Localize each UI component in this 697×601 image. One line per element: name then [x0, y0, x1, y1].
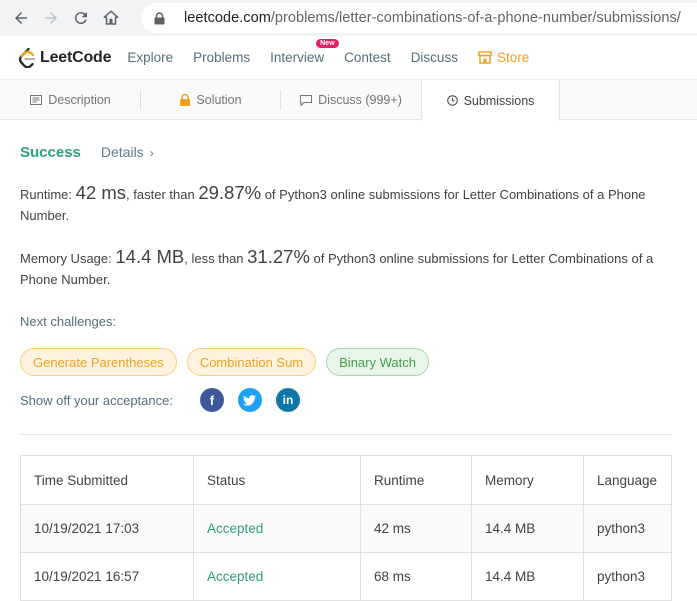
linkedin-icon[interactable]: in — [275, 388, 300, 412]
memory-stat: Memory Usage: 14.4 MB, less than 31.27% … — [20, 246, 672, 290]
nav-store[interactable]: Store — [478, 50, 529, 65]
tab-description-label: Description — [48, 93, 111, 107]
cell-language: python3 — [583, 552, 672, 601]
problem-tabs: Description Solution Discuss (999+) Subm… — [0, 80, 697, 121]
description-icon — [30, 95, 43, 105]
tab-discuss-label: Discuss (999+) — [318, 93, 402, 107]
runtime-mid: , faster than — [126, 187, 195, 202]
url-host: leetcode.com — [184, 10, 271, 26]
next-challenges-label: Next challenges: — [20, 314, 117, 329]
leetcode-logo-icon — [18, 47, 36, 68]
facebook-icon[interactable]: f — [199, 388, 224, 412]
share-row: Show off your acceptance: f in — [20, 388, 314, 412]
col-runtime[interactable]: Runtime — [360, 455, 472, 505]
arrow-left-icon — [15, 12, 27, 24]
chevron-right-icon: › — [149, 146, 154, 160]
tab-submissions-label: Submissions — [463, 93, 535, 108]
memory-value: 14.4 MB — [115, 246, 185, 267]
site-header: LeetCode Explore Problems Interview New C… — [0, 36, 697, 80]
challenge-combination-sum[interactable]: Combination Sum — [186, 348, 317, 376]
lock-icon — [180, 94, 191, 106]
memory-label: Memory Usage: — [20, 251, 112, 266]
comment-icon — [300, 94, 313, 106]
url-text: leetcode.com/problems/letter-combination… — [184, 10, 681, 26]
logo-text: LeetCode — [40, 48, 112, 66]
runtime-value: 42 ms — [75, 182, 127, 203]
new-badge: New — [316, 39, 339, 48]
success-status: Success — [20, 144, 81, 161]
table-row: 10/19/2021 16:57 Accepted 68 ms 14.4 MB … — [20, 552, 672, 601]
forward-button[interactable] — [36, 3, 66, 33]
divider — [20, 434, 672, 435]
url-path: /problems/letter-combinations-of-a-phone… — [270, 10, 681, 26]
runtime-percent: 29.87% — [198, 182, 262, 203]
nav-problems[interactable]: Problems — [193, 50, 250, 65]
cell-runtime: 42 ms — [360, 504, 472, 553]
submissions-table: Time Submitted Status Runtime Memory Lan… — [20, 455, 672, 601]
details-label: Details — [100, 144, 144, 160]
cell-language: python3 — [583, 504, 672, 553]
reload-button[interactable] — [66, 3, 96, 33]
nav-discuss[interactable]: Discuss — [411, 50, 458, 65]
twitter-icon[interactable] — [237, 388, 262, 412]
result-header: Success Details › — [20, 144, 154, 161]
home-button[interactable] — [96, 3, 126, 33]
home-icon — [103, 10, 119, 25]
col-memory[interactable]: Memory — [471, 455, 584, 505]
runtime-label: Runtime: — [20, 187, 73, 202]
cell-runtime: 68 ms — [360, 552, 472, 601]
nav-interview-label: Interview — [270, 50, 325, 65]
challenge-generate-parentheses[interactable]: Generate Parentheses — [20, 348, 177, 376]
challenge-binary-watch[interactable]: Binary Watch — [326, 348, 429, 376]
store-icon — [478, 51, 492, 64]
tab-solution[interactable]: Solution — [141, 80, 281, 120]
memory-mid: , less than — [184, 251, 244, 266]
cell-memory: 14.4 MB — [471, 504, 584, 553]
col-status[interactable]: Status — [193, 455, 361, 505]
table-row: 10/19/2021 17:03 Accepted 42 ms 14.4 MB … — [20, 504, 672, 553]
col-language[interactable]: Language — [583, 455, 672, 505]
runtime-stat: Runtime: 42 ms, faster than 29.87% of Py… — [20, 182, 672, 226]
nav-contest[interactable]: Contest — [344, 50, 391, 65]
clock-icon — [446, 95, 458, 106]
memory-percent: 31.27% — [247, 246, 310, 267]
cell-status[interactable]: Accepted — [193, 504, 361, 553]
browser-toolbar: leetcode.com/problems/letter-combination… — [0, 0, 697, 36]
leetcode-logo[interactable]: LeetCode — [18, 47, 112, 68]
cell-time: 10/19/2021 16:57 — [20, 552, 194, 601]
details-link[interactable]: Details › — [101, 144, 154, 160]
tab-description[interactable]: Description — [0, 80, 141, 120]
next-challenges-list: Generate Parentheses Combination Sum Bin… — [20, 348, 439, 376]
col-time-submitted[interactable]: Time Submitted — [20, 455, 194, 505]
share-label: Show off your acceptance: — [20, 392, 173, 408]
nav-explore[interactable]: Explore — [127, 50, 173, 65]
cell-time: 10/19/2021 17:03 — [20, 504, 194, 553]
tab-discuss[interactable]: Discuss (999+) — [281, 80, 421, 120]
tab-submissions[interactable]: Submissions — [421, 80, 560, 121]
address-bar[interactable]: leetcode.com/problems/letter-combination… — [141, 3, 697, 33]
table-header-row: Time Submitted Status Runtime Memory Lan… — [20, 455, 672, 505]
back-button[interactable] — [6, 3, 36, 33]
cell-status[interactable]: Accepted — [193, 552, 361, 601]
lock-icon — [154, 11, 166, 25]
tab-solution-label: Solution — [196, 93, 242, 107]
nav-store-label: Store — [496, 50, 530, 65]
reload-icon — [74, 12, 87, 25]
arrow-right-icon — [45, 12, 57, 24]
nav-interview[interactable]: Interview New — [270, 39, 339, 65]
cell-memory: 14.4 MB — [471, 552, 584, 601]
